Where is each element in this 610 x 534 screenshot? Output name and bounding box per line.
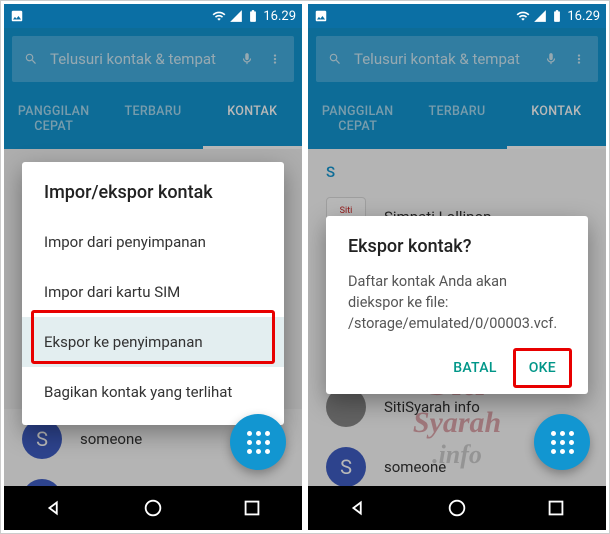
wifi-icon bbox=[212, 9, 226, 23]
signal-icon bbox=[229, 9, 243, 23]
home-icon[interactable] bbox=[142, 497, 164, 519]
recent-apps-icon[interactable] bbox=[545, 497, 567, 519]
navigation-bar bbox=[4, 486, 302, 530]
import-export-dialog: Impor/ekspor kontak Impor dari penyimpan… bbox=[22, 162, 284, 425]
dialog-title: Impor/ekspor kontak bbox=[22, 162, 284, 217]
dialog-item-import-storage[interactable]: Impor dari penyimpanan bbox=[22, 217, 284, 267]
dialpad-icon bbox=[247, 431, 270, 454]
export-confirm-dialog: Ekspor kontak? Daftar kontak Anda akan d… bbox=[326, 216, 588, 394]
dialpad-fab[interactable] bbox=[534, 414, 590, 470]
dialog-item-export-storage[interactable]: Ekspor ke penyimpanan bbox=[22, 317, 284, 367]
dialpad-fab[interactable] bbox=[230, 414, 286, 470]
wifi-icon bbox=[516, 9, 530, 23]
battery-icon bbox=[246, 9, 260, 23]
back-icon[interactable] bbox=[347, 497, 369, 519]
cancel-button[interactable]: BATAL bbox=[443, 352, 507, 384]
image-icon bbox=[314, 9, 328, 23]
battery-icon bbox=[550, 9, 564, 23]
back-icon[interactable] bbox=[43, 497, 65, 519]
navigation-bar bbox=[308, 486, 606, 530]
status-time: 16.29 bbox=[263, 9, 296, 24]
dialpad-icon bbox=[551, 431, 574, 454]
status-bar: 16.29 bbox=[4, 4, 302, 28]
phone-left: 16.29 Telusuri kontak & tempat PANGGILAN… bbox=[4, 4, 302, 530]
image-icon bbox=[10, 9, 24, 23]
recent-apps-icon[interactable] bbox=[241, 497, 263, 519]
dialog-item-import-sim[interactable]: Impor dari kartu SIM bbox=[22, 267, 284, 317]
signal-icon bbox=[533, 9, 547, 23]
ok-button[interactable]: OKE bbox=[519, 352, 566, 384]
dialog-message: Daftar kontak Anda akan diekspor ke file… bbox=[348, 271, 566, 334]
phone-right: 16.29 Telusuri kontak & tempat PANGGILAN… bbox=[308, 4, 606, 530]
dialog-item-share-visible[interactable]: Bagikan kontak yang terlihat bbox=[22, 367, 284, 417]
status-bar: 16.29 bbox=[308, 4, 606, 28]
dialog-title: Ekspor kontak? bbox=[348, 236, 566, 257]
status-time: 16.29 bbox=[567, 9, 600, 24]
home-icon[interactable] bbox=[446, 497, 468, 519]
